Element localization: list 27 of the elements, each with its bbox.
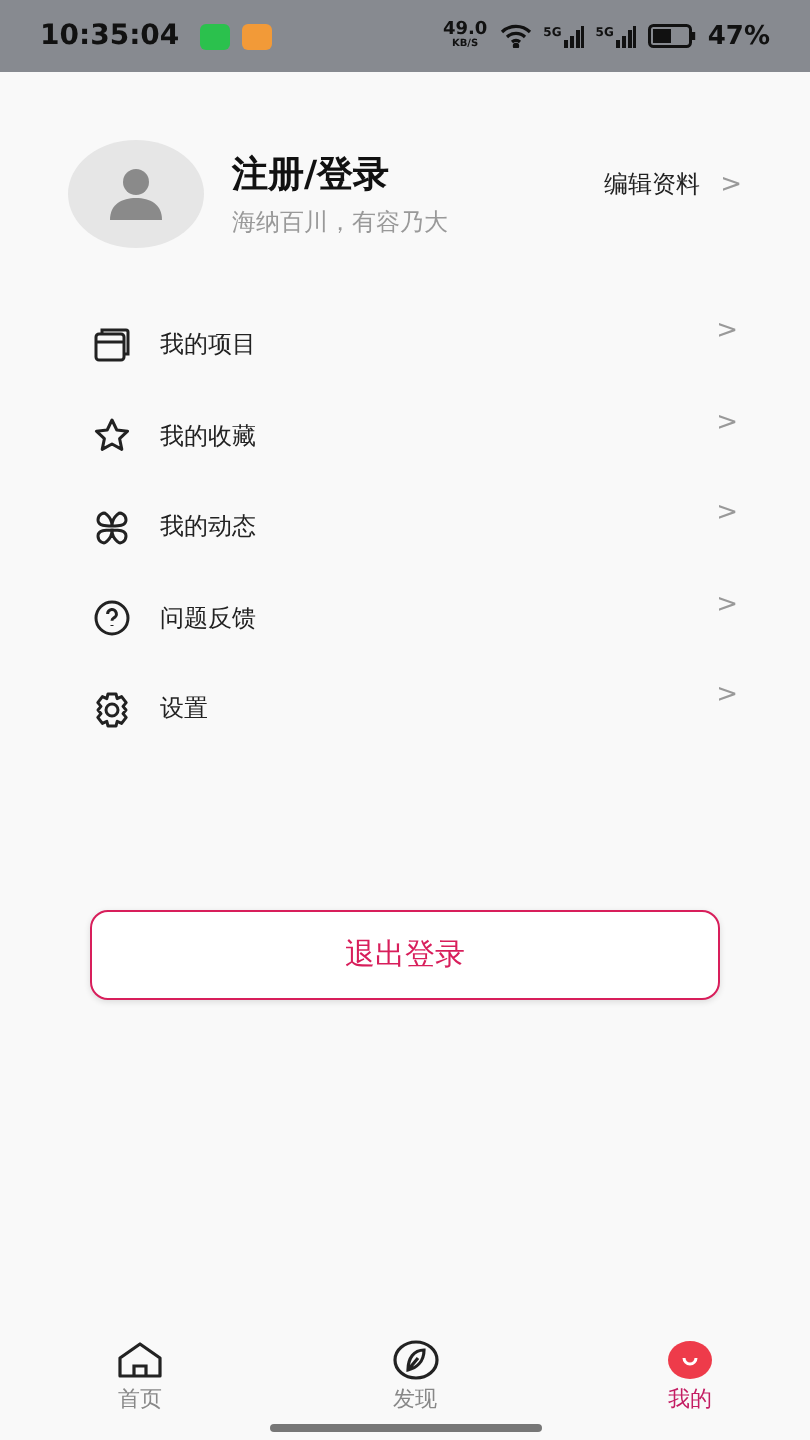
menu-item[interactable]: 我的动态 > [92,482,738,573]
motto-text: 海纳百川，有容乃大 [232,205,450,239]
menu-item[interactable]: 我的收藏 > [92,391,738,482]
home-icon [116,1340,164,1380]
edit-profile-link[interactable]: 编辑资料 > [604,167,742,201]
menu-item[interactable]: 问题反馈 > [92,573,738,664]
signal-icon [563,25,584,47]
app-icon [241,23,272,49]
person-icon [108,168,164,220]
window-icon [92,325,132,366]
menu-item[interactable]: 设置 > [92,664,738,755]
clover-icon [92,507,132,548]
wifi-icon [499,24,532,48]
star-icon [92,416,132,457]
help-icon [92,598,132,639]
logout-button[interactable]: 退出登录 [90,909,720,999]
menu-item[interactable]: 我的项目 > [92,300,738,391]
compass-icon [391,1340,439,1380]
login-title[interactable]: 注册/登录 [232,149,605,197]
clock-time: 10:35:04 [40,20,180,52]
signal-icon [615,25,636,47]
battery-percent: 47% [707,21,770,51]
nav-tab[interactable]: 我的 [630,1340,750,1416]
settings-icon [92,689,132,730]
smile-icon [666,1340,714,1380]
network-speed: 49.0 [442,22,488,40]
battery-icon [647,24,696,48]
